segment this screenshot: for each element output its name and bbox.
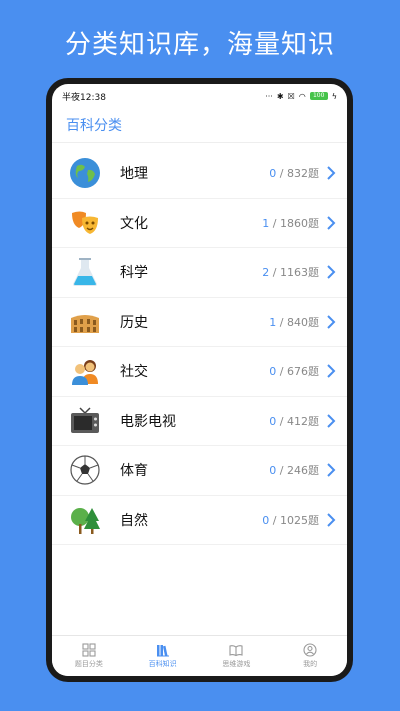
books-icon [156,645,169,657]
status-icons: ··· ✱ ☒ ◠ 100 ϟ [265,92,337,101]
category-count: 0 / 676题 [269,365,319,379]
flask-icon [68,255,102,289]
chevron-right-icon [327,463,336,477]
phone-frame: 半夜12:38 ··· ✱ ☒ ◠ 100 ϟ 百科分类 地理 0 / 832题 [46,78,353,682]
category-label: 体育 [120,463,148,480]
category-label: 社交 [120,364,148,381]
category-label: 自然 [120,512,148,529]
category-count: 0 / 412题 [269,414,319,428]
category-count: 1 / 1860题 [262,216,319,230]
tab-label: 百科知识 [148,660,177,668]
tab-label: 题目分类 [74,660,103,668]
user-icon [303,643,317,657]
chevron-right-icon [327,414,336,428]
status-time: 半夜12:38 [62,92,106,103]
chevron-right-icon [327,265,336,279]
category-row-geography[interactable]: 地理 0 / 832题 [52,149,347,199]
status-bar: 半夜12:38 ··· ✱ ☒ ◠ 100 ϟ [52,84,347,108]
category-count: 0 / 1025题 [262,513,319,527]
app-screen: 半夜12:38 ··· ✱ ☒ ◠ 100 ϟ 百科分类 地理 0 / 832题 [52,84,347,676]
page-title: 百科分类 [66,118,122,134]
category-list: 地理 0 / 832题 文化 1 / 1860题 科学 2 / 1163题 历史… [52,143,347,551]
category-row-social[interactable]: 社交 0 / 676题 [52,347,347,397]
charging-icon: ϟ [331,91,337,101]
category-count: 0 / 832题 [269,167,319,181]
tab-question-categories[interactable]: 题目分类 [52,636,126,676]
category-row-science[interactable]: 科学 2 / 1163题 [52,248,347,298]
tab-mine[interactable]: 我的 [273,636,347,676]
tab-encyclopedia[interactable]: 百科知识 [126,636,200,676]
grid-icon [82,643,96,657]
tab-label: 我的 [303,660,318,668]
tab-label: 思维游戏 [222,660,251,668]
chevron-right-icon [327,513,336,527]
chevron-right-icon [327,364,336,378]
category-row-film-tv[interactable]: 电影电视 0 / 412题 [52,397,347,446]
battery-icon: 100 [309,92,328,100]
people-icon [68,354,102,388]
colosseum-icon [68,305,102,339]
sim-icon: ☒ [287,91,295,101]
globe-icon [68,156,102,190]
soccer-ball-icon [68,453,102,487]
bottom-tab-bar: 题目分类 百科知识 思维游戏 我的 [52,635,347,676]
wifi-icon: ◠ [298,91,306,101]
category-label: 文化 [120,215,148,232]
chevron-right-icon [327,315,336,329]
category-label: 电影电视 [120,413,176,430]
category-count: 0 / 246题 [269,464,319,478]
tab-brain-games[interactable]: 思维游戏 [200,636,274,676]
category-row-nature[interactable]: 自然 0 / 1025题 [52,496,347,545]
bluetooth-icon: ✱ [276,91,284,101]
category-label: 科学 [120,265,148,282]
more-dots-icon: ··· [265,91,273,101]
category-row-history[interactable]: 历史 1 / 840题 [52,298,347,347]
promo-title: 分类知识库，海量知识 [64,30,335,60]
category-label: 地理 [120,166,148,183]
open-book-icon [229,645,243,657]
theater-masks-icon [68,206,102,240]
category-count: 2 / 1163题 [262,266,319,280]
chevron-right-icon [327,166,336,180]
category-count: 1 / 840题 [269,315,319,329]
television-icon [68,404,102,438]
page-header: 百科分类 [52,108,347,143]
trees-icon [68,503,102,537]
category-label: 历史 [120,314,148,331]
category-row-culture[interactable]: 文化 1 / 1860题 [52,199,347,248]
chevron-right-icon [327,216,336,230]
category-row-sports[interactable]: 体育 0 / 246题 [52,446,347,496]
